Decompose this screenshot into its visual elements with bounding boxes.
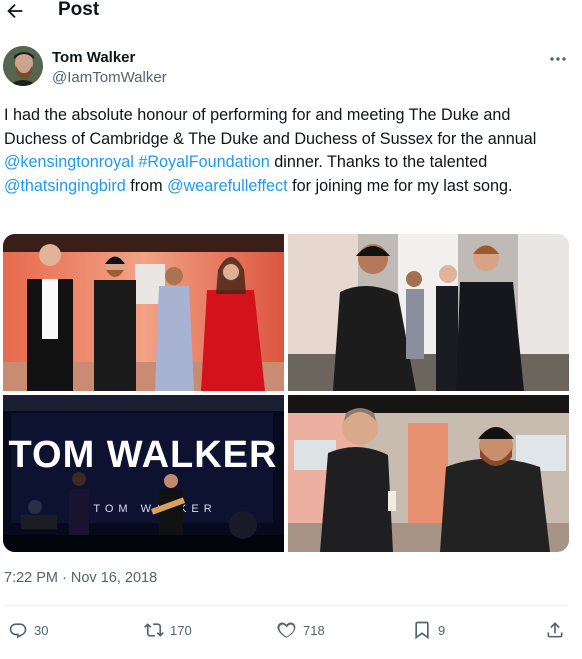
reply-button[interactable]: 30 <box>8 619 48 641</box>
media-grid: TOM WALKER @ TOM WALKER <box>3 234 569 552</box>
reply-icon <box>9 623 27 639</box>
retweet-count: 170 <box>170 622 192 638</box>
avatar[interactable] <box>3 46 43 86</box>
tweet-text-segment: I had the absolute honour of performing … <box>4 106 537 148</box>
author-name[interactable]: Tom Walker <box>52 49 135 66</box>
mention-link[interactable]: @kensingtonroyal <box>4 153 134 171</box>
tweet-text-segment: for joining me for my last song. <box>287 176 513 195</box>
divider <box>3 605 569 606</box>
hashtag-link[interactable]: #RoyalFoundation <box>138 153 269 171</box>
stage-sign-subtext: @ TOM WALKER <box>69 503 216 515</box>
top-bar: Post <box>0 0 582 24</box>
page-title: Post <box>58 0 100 20</box>
bookmark-icon <box>415 621 429 640</box>
heart-icon <box>277 622 296 638</box>
author-handle[interactable]: @IamTomWalker <box>52 69 167 86</box>
retweet-icon <box>144 623 164 637</box>
photo-concert-stage[interactable]: TOM WALKER @ TOM WALKER <box>3 395 284 552</box>
like-button[interactable]: 718 <box>277 619 325 641</box>
share-icon <box>547 622 563 638</box>
like-count: 718 <box>303 622 325 638</box>
photo-meeting-duke-of-sussex[interactable] <box>288 234 569 391</box>
reply-count: 30 <box>34 622 49 638</box>
tweet-text-segment: dinner. Thanks to the talented <box>269 153 488 172</box>
stage-sign-text: TOM WALKER <box>9 434 278 476</box>
mention-link[interactable]: @thatsingingbird <box>4 177 126 195</box>
retweet-button[interactable]: 170 <box>144 619 192 641</box>
mention-link[interactable]: @wearefulleffect <box>167 177 288 195</box>
photo-meeting-duke-of-cambridge[interactable] <box>288 395 569 552</box>
share-button[interactable] <box>545 619 565 641</box>
post-timestamp[interactable]: 7:22 PM · Nov 16, 2018 <box>4 570 157 586</box>
tweet-text: I had the absolute honour of performing … <box>4 104 570 198</box>
more-horizontal-icon[interactable] <box>548 51 568 67</box>
bookmark-button[interactable]: 9 <box>412 619 445 641</box>
bookmark-count: 9 <box>438 622 446 638</box>
tweet-text-segment: from <box>125 176 168 195</box>
arrow-left-icon[interactable] <box>4 0 26 22</box>
photo-group-portrait[interactable] <box>3 234 284 391</box>
